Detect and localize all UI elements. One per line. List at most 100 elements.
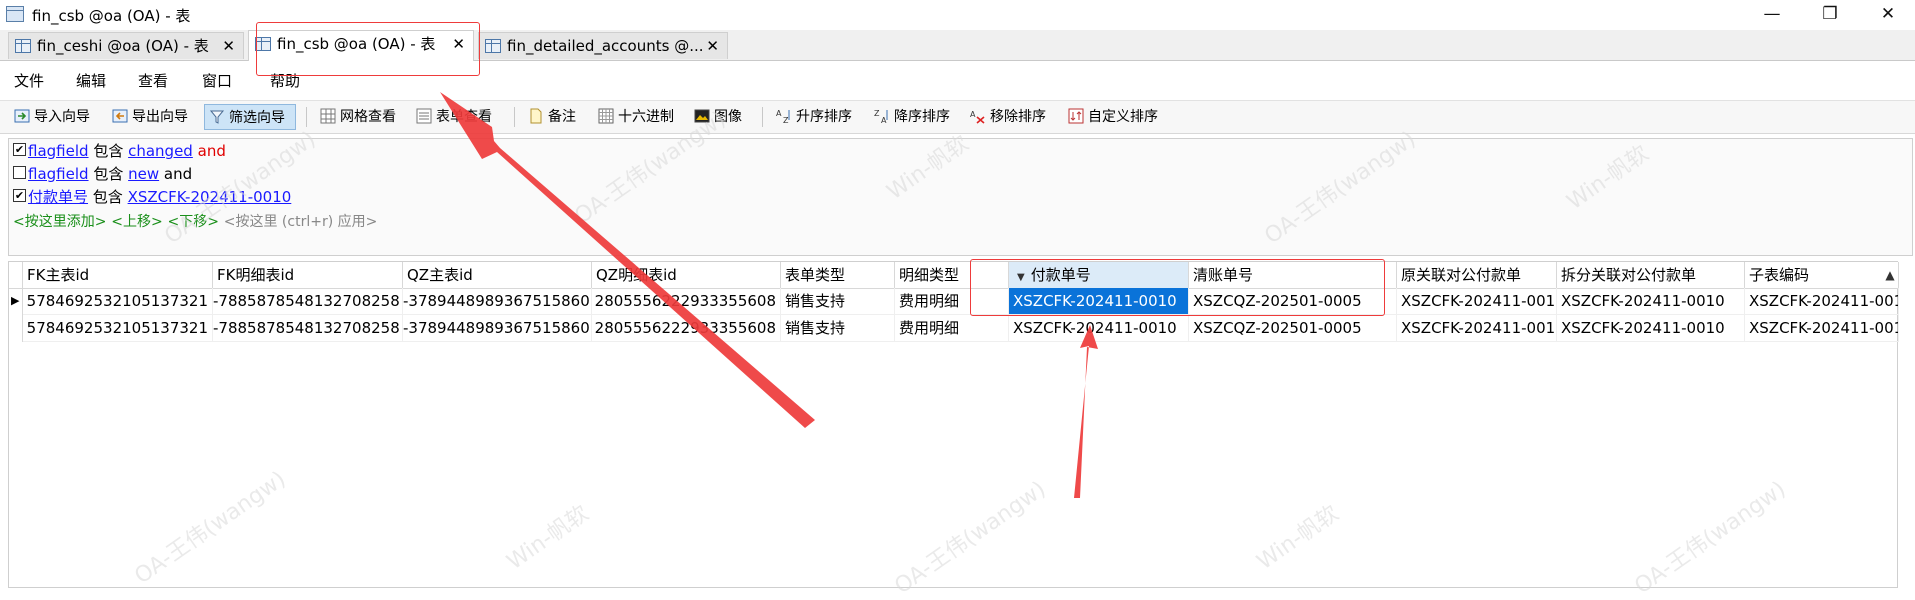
grid-view-button[interactable]: 网格查看 (316, 104, 396, 130)
move-down-link[interactable]: <下移> (168, 214, 219, 230)
close-icon[interactable]: ✕ (452, 32, 465, 57)
column-header[interactable]: 表单类型 (781, 262, 895, 288)
column-header[interactable]: QZ明细表id (592, 262, 781, 288)
table-row[interactable]: ▶ 5784692532105137321 -78858785481327082… (9, 288, 1899, 315)
cell-payment-no-selected[interactable]: XSZCFK-202411-0010 (1009, 288, 1189, 315)
filter-conjunction[interactable]: and (164, 165, 192, 183)
minimize-button[interactable]: — (1754, 2, 1790, 26)
image-button[interactable]: 图像 (690, 104, 742, 130)
cell-original-payment[interactable]: XSZCFK-202411-0010 (1397, 315, 1557, 342)
cell-clearing-no[interactable]: XSZCQZ-202501-0005 (1189, 315, 1397, 342)
toolbar-divider (306, 107, 307, 127)
filter-operator[interactable]: 包含 (93, 188, 123, 206)
sort-descending-button[interactable]: Z A 降序排序 (870, 104, 950, 130)
filter-value-link[interactable]: XSZCFK-202411-0010 (128, 188, 292, 206)
column-header[interactable]: 拆分关联对公付款单 (1557, 262, 1745, 288)
filter-operator[interactable]: 包含 (93, 165, 123, 183)
filter-field-link[interactable]: flagfield (28, 165, 89, 183)
close-icon[interactable]: ✕ (706, 34, 719, 59)
cell-fk-detail-id[interactable]: -7885878548132708258 (213, 315, 403, 342)
cell-sub-table-code[interactable]: XSZCFK-202411-0010 (1745, 288, 1899, 315)
column-header-filtered[interactable]: ▼ 付款单号 (1009, 262, 1189, 288)
cell-form-type[interactable]: 销售支持 (781, 288, 895, 315)
cell-payment-no[interactable]: XSZCFK-202411-0010 (1009, 315, 1189, 342)
form-icon (416, 108, 432, 124)
column-header[interactable]: 原关联对公付款单 (1397, 262, 1557, 288)
cell-qz-main-id[interactable]: -3789448989367515860 (403, 288, 592, 315)
note-button[interactable]: 备注 (524, 104, 576, 130)
cell-fk-main-id[interactable]: 5784692532105137321 (23, 315, 213, 342)
export-wizard-button[interactable]: 导出向导 (108, 104, 188, 130)
tab-fin-ceshi[interactable]: fin_ceshi @oa (OA) - 表 ✕ (8, 32, 244, 59)
svg-text:Z: Z (874, 109, 880, 118)
svg-text:A: A (881, 116, 887, 124)
cell-qz-detail-id[interactable]: 2805556222933355608 (592, 315, 781, 342)
export-icon (112, 109, 128, 123)
import-icon (14, 109, 30, 123)
menu-window[interactable]: 窗口 (202, 70, 232, 91)
cell-detail-type[interactable]: 费用明细 (895, 315, 1009, 342)
apply-filter-link[interactable]: <按这里 (ctrl+r) 应用> (224, 214, 378, 230)
filter-checkbox[interactable]: ✔ (13, 143, 26, 156)
cell-sub-table-code[interactable]: XSZCFK-202411-0010 (1745, 315, 1899, 342)
remove-sort-button[interactable]: A 移除排序 (966, 104, 1046, 130)
cell-original-payment[interactable]: XSZCFK-202411-0010 (1397, 288, 1557, 315)
form-view-button[interactable]: 表单查看 (412, 104, 492, 130)
filter-checkbox[interactable]: ✔ (13, 189, 26, 202)
tab-fin-csb[interactable]: fin_csb @oa (OA) - 表 ✕ (248, 30, 474, 61)
row-indicator (9, 315, 23, 342)
tab-label: fin_csb @oa (OA) - 表 (277, 35, 436, 53)
data-grid: FK主表id FK明细表id QZ主表id QZ明细表id 表单类型 明细类型 … (8, 261, 1899, 588)
cell-qz-main-id[interactable]: -3789448989367515860 (403, 315, 592, 342)
table-icon (485, 39, 501, 53)
tab-fin-detailed-accounts[interactable]: fin_detailed_accounts @... ✕ (478, 32, 728, 59)
cell-split-payment[interactable]: XSZCFK-202411-0010 (1557, 315, 1745, 342)
menu-help[interactable]: 帮助 (270, 70, 300, 91)
form-view-label: 表单查看 (436, 109, 492, 125)
menu-view[interactable]: 查看 (138, 70, 168, 91)
cell-detail-type[interactable]: 费用明细 (895, 288, 1009, 315)
custom-sort-button[interactable]: 自定义排序 (1064, 104, 1158, 130)
menu-edit[interactable]: 编辑 (76, 70, 106, 91)
cell-fk-detail-id[interactable]: -7885878548132708258 (213, 288, 403, 315)
table-icon (255, 37, 271, 51)
filter-wizard-button[interactable]: 筛选向导 (204, 104, 296, 130)
import-wizard-button[interactable]: 导入向导 (10, 104, 90, 130)
cell-fk-main-id[interactable]: 5784692532105137321 (23, 288, 213, 315)
column-header[interactable]: FK明细表id (213, 262, 403, 288)
table-row[interactable]: 5784692532105137321 -7885878548132708258… (9, 315, 1899, 342)
column-header[interactable]: 子表编码 (1745, 262, 1899, 288)
column-header[interactable]: QZ主表id (403, 262, 592, 288)
menu-file[interactable]: 文件 (14, 70, 44, 91)
restore-button[interactable]: ❐ (1812, 2, 1848, 26)
cell-split-payment[interactable]: XSZCFK-202411-0010 (1557, 288, 1745, 315)
filter-field-link[interactable]: 付款单号 (28, 188, 88, 206)
column-header[interactable]: 明细类型 (895, 262, 1009, 288)
current-row-marker: ▶ (11, 294, 20, 307)
filter-conjunction[interactable]: and (198, 142, 226, 160)
add-condition-link[interactable]: <按这里添加> (13, 214, 106, 230)
hex-button[interactable]: 十六进制 (594, 104, 674, 130)
filter-value-link[interactable]: changed (128, 142, 193, 160)
cell-clearing-no[interactable]: XSZCQZ-202501-0005 (1189, 288, 1397, 315)
sort-ascending-button[interactable]: A Z 升序排序 (772, 104, 852, 130)
close-icon[interactable]: ✕ (222, 34, 235, 59)
cell-form-type[interactable]: 销售支持 (781, 315, 895, 342)
filter-operator[interactable]: 包含 (93, 142, 123, 160)
svg-text:A: A (970, 110, 976, 119)
column-header[interactable]: FK主表id (23, 262, 213, 288)
filter-field-link[interactable]: flagfield (28, 142, 89, 160)
grid-view-label: 网格查看 (340, 109, 396, 125)
close-window-button[interactable]: ✕ (1870, 2, 1906, 26)
image-icon (694, 109, 710, 123)
move-up-link[interactable]: <上移> (111, 214, 162, 230)
scroll-up-arrow[interactable]: ▲ (1881, 262, 1899, 288)
column-header[interactable]: 清账单号 (1189, 262, 1397, 288)
filter-icon (209, 110, 225, 124)
filter-checkbox[interactable] (13, 166, 26, 179)
filter-panel: ✔ flagfield 包含 changed and flagfield 包含 n… (8, 138, 1913, 256)
cell-qz-detail-id[interactable]: 2805556222933355608 (592, 288, 781, 315)
filter-value-link[interactable]: new (128, 165, 159, 183)
note-icon (530, 108, 542, 124)
image-label: 图像 (714, 109, 742, 125)
